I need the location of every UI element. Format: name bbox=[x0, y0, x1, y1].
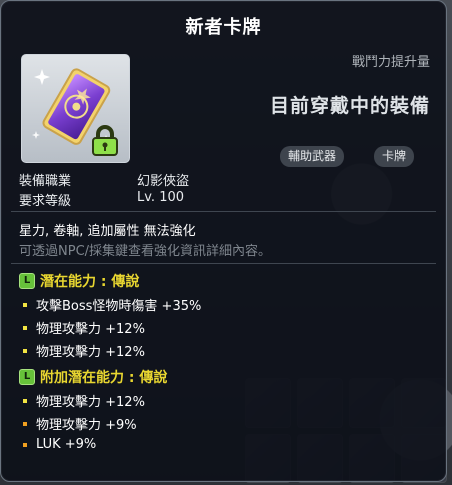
requirement-value: Lv. 100 bbox=[137, 190, 185, 205]
requirement-value: 幻影俠盜 bbox=[137, 174, 190, 189]
bonus-potential-line: LUK +9% bbox=[23, 437, 96, 452]
requirement-job-row: 裝備職業 幻影俠盜 bbox=[19, 170, 189, 189]
potential-line: 攻擊Boss怪物時傷害 +35% bbox=[23, 295, 201, 314]
enhancement-properties: 星力, 卷軸, 追加屬性 無法強化 bbox=[19, 224, 196, 239]
bullet-icon bbox=[23, 325, 27, 330]
item-title: 新者卡牌 bbox=[185, 17, 262, 38]
requirement-level-row: 要求等級 Lv. 100 bbox=[19, 190, 184, 209]
potential-line-text: 物理攻擊力 +12% bbox=[36, 322, 145, 337]
category-tag: 卡牌 bbox=[374, 146, 415, 167]
potential-line-text: 攻擊Boss怪物時傷害 +35% bbox=[36, 299, 202, 314]
requirement-label: 裝備職業 bbox=[19, 174, 72, 189]
requirement-label: 要求等級 bbox=[19, 194, 72, 209]
bonus-potential-header: L 附加潛在能力 : 傳說 bbox=[19, 367, 167, 387]
legendary-grade-icon: L bbox=[19, 369, 35, 385]
bullet-icon bbox=[23, 348, 27, 353]
equip-state-label: 目前穿戴中的裝備 bbox=[269, 95, 430, 117]
item-image-frame bbox=[21, 54, 130, 163]
bonus-potential-header-label: 附加潛在能力 : 傳說 bbox=[40, 370, 168, 386]
bonus-potential-line-text: 物理攻擊力 +9% bbox=[36, 418, 137, 433]
bullet-icon bbox=[23, 442, 27, 447]
lock-icon bbox=[92, 125, 118, 156]
legendary-grade-icon: L bbox=[19, 273, 35, 289]
item-tooltip: 新者卡牌 戰鬥力提升量 目前穿戴中的裝備 輔助武器 卡牌 裝備職業 幻影俠盜 要… bbox=[0, 0, 447, 482]
divider bbox=[11, 211, 436, 212]
enhancement-hint: 可透過NPC/採集鍵查看強化資訊詳細內容。 bbox=[19, 244, 272, 259]
potential-line-text: 物理攻擊力 +12% bbox=[36, 345, 145, 360]
potential-header: L 潛在能力 : 傳說 bbox=[19, 271, 139, 291]
bonus-potential-line: 物理攻擊力 +12% bbox=[23, 391, 145, 410]
bonus-potential-line: 物理攻擊力 +9% bbox=[23, 414, 137, 433]
potential-line: 物理攻擊力 +12% bbox=[23, 341, 145, 360]
bullet-icon bbox=[23, 421, 27, 426]
bullet-icon bbox=[23, 398, 27, 403]
bonus-potential-line-text: LUK +9% bbox=[36, 437, 97, 452]
combat-power-label: 戰鬥力提升量 bbox=[351, 55, 430, 70]
divider bbox=[11, 263, 436, 264]
bonus-potential-line-text: 物理攻擊力 +12% bbox=[36, 395, 145, 410]
potential-line: 物理攻擊力 +12% bbox=[23, 318, 145, 337]
potential-header-label: 潛在能力 : 傳說 bbox=[40, 274, 140, 290]
category-tag: 輔助武器 bbox=[280, 146, 345, 167]
bullet-icon bbox=[23, 302, 27, 307]
